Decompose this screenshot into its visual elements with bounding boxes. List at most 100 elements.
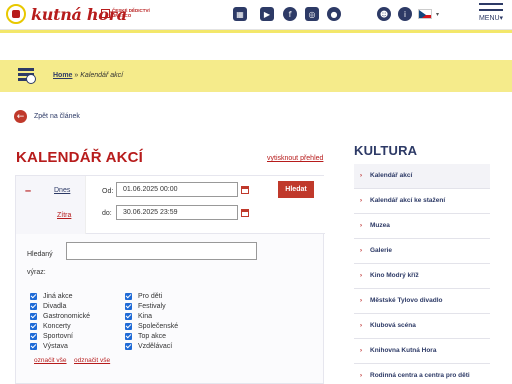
sidebar-item-klubova-scena[interactable]: › Klubová scéna [354, 314, 490, 339]
checkbox-label: Top akce [138, 333, 167, 340]
site-header: kutná hora ČESKÉ DĚDICTVÍ UNESCO ▦ ▶ f ◎… [0, 0, 512, 30]
category-checkbox[interactable]: Koncerty [30, 323, 71, 330]
instagram-icon[interactable]: ◎ [305, 7, 319, 21]
sidebar-item-label: Galerie [370, 247, 393, 254]
collapse-toggle[interactable]: – [25, 185, 31, 197]
checkbox-label: Kina [138, 313, 153, 320]
user-icon[interactable]: ☻ [377, 7, 391, 21]
checkbox-label: Festivaly [138, 303, 166, 310]
unesco-text: ČESKÉ DĚDICTVÍ UNESCO [112, 8, 150, 18]
category-checkbox[interactable]: Sportovní [30, 333, 73, 340]
sidebar-item-label: Městské Tylovo divadlo [370, 297, 443, 304]
checkbox-label: Jiná akce [43, 293, 73, 300]
checkbox-label: Koncerty [43, 323, 71, 330]
breadcrumb-band: Home » Kalendář akcí [0, 60, 512, 92]
sidebar-item-muzea[interactable]: › Muzea [354, 214, 490, 239]
checkbox-label: Gastronomické [43, 313, 91, 320]
sidebar-item-label: Rodinná centra a centra pro děti [370, 372, 470, 379]
chevron-right-icon: › [360, 298, 362, 304]
section-menu-icon [18, 68, 36, 84]
deselect-all-link[interactable]: odznačit vše [74, 357, 110, 364]
tripadvisor-icon[interactable]: ● [327, 7, 341, 21]
category-checkbox[interactable]: Gastronomické [30, 313, 90, 320]
info-icon[interactable]: i [398, 7, 412, 21]
checkbox-label: Pro děti [138, 293, 163, 300]
to-label: do: [102, 210, 112, 217]
back-link-label: Zpět na článek [34, 113, 80, 120]
czech-flag-icon [418, 9, 432, 19]
sidebar-nav: › Kalendář akcí › Kalendář akcí ke stažení… [354, 164, 490, 384]
breadcrumb: Home » Kalendář akcí [53, 72, 123, 79]
sidebar-item-rodinna-centra[interactable]: › Rodinná centra a centra pro děti [354, 364, 490, 384]
sidebar-item-kino[interactable]: › Kino Modrý kříž [354, 264, 490, 289]
checkbox-label: Vzdělávací [138, 343, 173, 350]
page-title: KALENDÁŘ AKCÍ [16, 149, 144, 166]
tomorrow-tab[interactable]: Zítra [57, 212, 71, 219]
checkbox-checked-icon [30, 333, 37, 340]
arrow-left-icon: ← [14, 110, 27, 123]
chevron-right-icon: › [360, 348, 362, 354]
calendar-picker-icon[interactable] [241, 209, 249, 217]
sidebar-title: KULTURA [354, 143, 418, 158]
calendar-icon[interactable]: ▦ [233, 7, 247, 21]
category-checkbox[interactable]: Vzdělávací [125, 343, 172, 350]
checkbox-label: Výstava [43, 343, 68, 350]
search-button[interactable]: Hledat [278, 181, 314, 198]
print-overview-link[interactable]: vytisknout přehled [267, 155, 323, 162]
sidebar-item-label: Knihovna Kutná Hora [370, 347, 437, 354]
checkbox-checked-icon [125, 333, 132, 340]
category-checkbox[interactable]: Kina [125, 313, 152, 320]
chevron-right-icon: › [360, 373, 362, 379]
category-checkbox[interactable]: Divadla [30, 303, 66, 310]
calendar-picker-icon[interactable] [241, 186, 249, 194]
category-checkbox[interactable]: Jiná akce [30, 293, 73, 300]
search-query-input[interactable] [66, 242, 257, 260]
quick-date-column: – Dnes Zítra [16, 176, 86, 234]
sidebar-item-knihovna[interactable]: › Knihovna Kutná Hora [354, 339, 490, 364]
chevron-down-icon: ▾ [436, 11, 440, 18]
breadcrumb-home-link[interactable]: Home [53, 72, 72, 79]
checkbox-checked-icon [30, 313, 37, 320]
back-link[interactable]: ← Zpět na článek [14, 110, 80, 123]
language-selector[interactable]: ▾ [418, 6, 450, 22]
date-from-input[interactable] [116, 182, 238, 197]
checkbox-checked-icon [30, 343, 37, 350]
sidebar-item-label: Kalendář akcí [370, 172, 413, 179]
hamburger-line [479, 9, 503, 11]
unesco-badge[interactable]: ČESKÉ DĚDICTVÍ UNESCO [101, 8, 152, 18]
category-checkbox[interactable]: Pro děti [125, 293, 162, 300]
sidebar-item-kalendar-ke-stazeni[interactable]: › Kalendář akcí ke stažení [354, 189, 490, 214]
checkbox-label: Společenské [138, 323, 179, 330]
checkbox-checked-icon [30, 293, 37, 300]
sidebar-item-divadlo[interactable]: › Městské Tylovo divadlo [354, 289, 490, 314]
date-to-input[interactable] [116, 205, 238, 220]
checkbox-label: Sportovní [43, 333, 73, 340]
checkbox-checked-icon [125, 293, 132, 300]
category-checkbox[interactable]: Společenské [125, 323, 178, 330]
sidebar-item-kalendar-akci[interactable]: › Kalendář akcí [354, 164, 490, 189]
category-checkbox[interactable]: Výstava [30, 343, 68, 350]
youtube-icon[interactable]: ▶ [260, 7, 274, 21]
query-label: Hledaný výraz: [27, 251, 53, 276]
category-checkbox[interactable]: Festivaly [125, 303, 166, 310]
chevron-right-icon: › [360, 323, 362, 329]
checkbox-checked-icon [125, 303, 132, 310]
checkbox-checked-icon [125, 343, 132, 350]
header-accent-rule [0, 30, 512, 33]
checkbox-checked-icon [30, 323, 37, 330]
logo-emblem-icon [6, 4, 26, 24]
chevron-right-icon: › [360, 273, 362, 279]
checkbox-label: Divadla [43, 303, 67, 310]
sidebar-item-label: Kino Modrý kříž [370, 272, 419, 279]
category-checkbox[interactable]: Top akce [125, 333, 166, 340]
menu-button[interactable]: MENU▾ [475, 3, 507, 27]
chevron-right-icon: › [360, 248, 362, 254]
sidebar-item-galerie[interactable]: › Galerie [354, 239, 490, 264]
chevron-right-icon: › [360, 223, 362, 229]
facebook-icon[interactable]: f [283, 7, 297, 21]
sidebar-item-label: Muzea [370, 222, 390, 229]
select-all-link[interactable]: označit vše [34, 357, 67, 364]
menu-label: MENU▾ [478, 15, 504, 22]
chevron-right-icon: › [360, 173, 362, 179]
today-tab[interactable]: Dnes [54, 187, 70, 194]
